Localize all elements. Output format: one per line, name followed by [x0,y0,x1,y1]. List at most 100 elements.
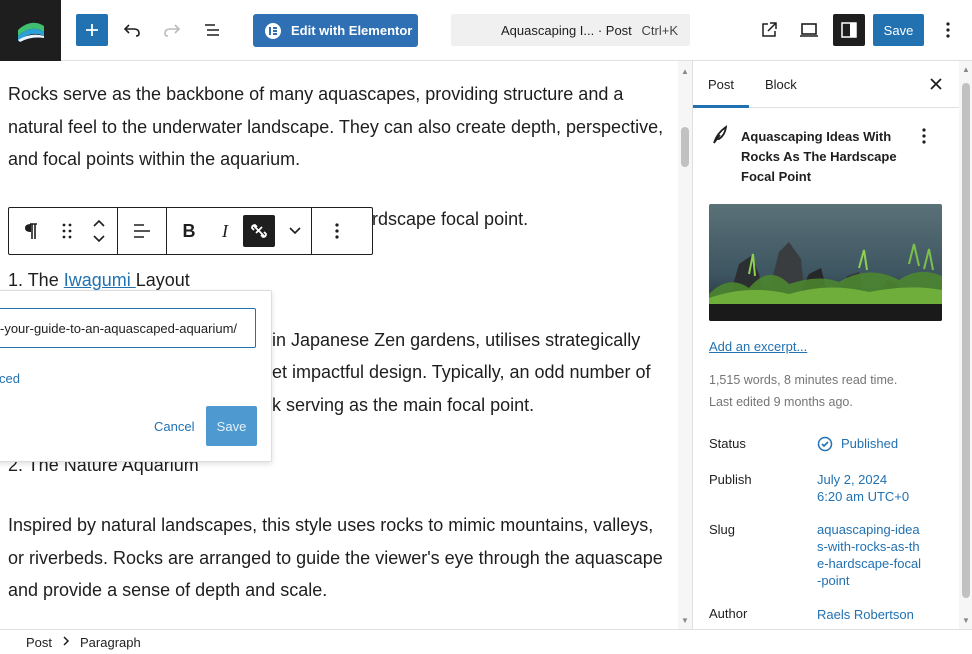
document-title: Aquascaping I... · Post [501,22,632,38]
aquarium-image [709,204,942,321]
link-off-icon [243,215,275,247]
breadcrumb-paragraph[interactable]: Paragraph [80,635,141,650]
author-value[interactable]: Raels Robertson [817,606,937,623]
settings-sidebar-toggle[interactable] [833,14,865,46]
more-vertical-icon [922,128,926,144]
site-logo[interactable] [0,0,61,61]
command-shortcut: Ctrl+K [641,22,678,38]
list-view-icon [205,24,219,36]
chevron-right-icon [62,635,70,649]
document-overview-button[interactable] [196,14,228,46]
move-up-down-buttons[interactable] [81,208,117,254]
edit-with-elementor-label: Edit with Elementor [291,23,413,38]
preview-device-button[interactable] [793,14,825,46]
redo-icon [164,24,181,37]
paragraph-block[interactable]: Rocks serve as the backbone of many aqua… [8,78,673,176]
add-block-button[interactable] [76,14,108,46]
tab-post-label: Post [708,77,735,92]
link-url-input[interactable] [0,308,256,348]
editor-canvas[interactable]: Rocks serve as the backbone of many aqua… [0,61,692,629]
more-vertical-icon [946,22,950,38]
view-post-button[interactable] [753,14,785,46]
link-edit-popover: ced Cancel Save [0,290,272,462]
link-save-button[interactable]: Save [206,406,257,446]
sidebar-scrollbar[interactable]: ▲ ▼ [959,61,972,629]
publish-date: July 2, 2024 [817,472,888,487]
bold-button[interactable]: B [167,208,211,254]
block-toolbar-group-3: B I [167,208,312,254]
featured-image[interactable] [709,204,942,321]
canvas-scrollbar[interactable]: ▲ ▼ [678,61,692,629]
options-menu-button[interactable] [932,14,964,46]
drag-handle-icon [62,223,72,239]
more-formatting-button[interactable] [279,208,311,254]
block-breadcrumb: Post Paragraph [0,629,972,654]
iwagumi-link[interactable]: Iwagumi [64,270,136,290]
status-button[interactable]: Published [817,435,937,452]
paragraph-type-button[interactable] [9,208,53,254]
paragraph-line-2[interactable]: et impactful design. Typically, an odd n… [272,356,672,389]
last-edited: Last edited 9 months ago. [709,395,853,409]
paragraph-block-partial[interactable]: rdscape focal point. [372,203,672,236]
advanced-toggle[interactable]: ced [0,371,20,386]
status-value: Published [841,436,899,451]
slug-value-text: aquascaping-ideas-with-rocks-as-the-hard… [817,522,922,588]
align-text-button[interactable] [118,208,166,254]
post-actions-button[interactable] [921,127,927,150]
edit-with-elementor-button[interactable]: Edit with Elementor [253,14,418,47]
tab-post[interactable]: Post [708,61,734,108]
add-excerpt-link[interactable]: Add an excerpt... [709,339,807,354]
command-palette-button[interactable]: Aquascaping I... · Post Ctrl+K [451,14,690,46]
bold-icon: B [182,220,196,241]
block-toolbar-group-4 [312,208,362,254]
external-link-icon [762,22,777,37]
scroll-down-icon[interactable]: ▼ [962,616,970,625]
redo-button[interactable] [156,14,188,46]
save-button[interactable]: Save [873,14,924,46]
align-left-icon [134,224,150,238]
paragraph-icon [25,223,37,239]
italic-button[interactable]: I [211,208,239,254]
status-label: Status [709,436,746,451]
block-toolbar-group-1 [9,208,118,254]
sidebar-icon [841,22,857,38]
undo-button[interactable] [116,14,148,46]
laptop-icon [800,23,818,37]
publish-date-button[interactable]: July 2, 2024 6:20 am UTC+0 [817,471,937,505]
plus-icon [86,24,98,36]
scroll-up-icon[interactable]: ▲ [962,65,970,74]
site-logo-icon [17,22,44,42]
tab-block-label: Block [765,77,797,92]
feather-icon [713,125,728,144]
editor-header: Edit with Elementor Aquascaping I... · P… [0,0,972,61]
tab-block[interactable]: Block [765,61,797,108]
paragraph-block-4[interactable]: Inspired by natural landscapes, this sty… [8,509,673,607]
publish-label: Publish [709,472,752,487]
published-check-icon [817,436,833,451]
slug-label: Slug [709,522,736,537]
post-icon [711,125,729,150]
settings-sidebar: Post Block Aquascaping Ideas With Rocks … [692,61,972,629]
close-sidebar-button[interactable] [926,74,946,94]
item1-suffix: Layout [135,270,190,290]
unlink-button[interactable] [239,208,279,254]
author-label: Author [709,606,748,621]
paragraph-line-1[interactable]: in Japanese Zen gardens, utilises strate… [272,324,672,357]
drag-handle[interactable] [53,208,81,254]
cancel-button[interactable]: Cancel [154,419,194,434]
scroll-up-icon[interactable]: ▲ [681,67,689,76]
slug-value[interactable]: aquascaping-ideas-with-rocks-as-the-hard… [817,521,922,589]
block-options-button[interactable] [312,208,362,254]
block-toolbar: B I [8,207,373,255]
breadcrumb-post[interactable]: Post [26,635,52,650]
sidebar-tabs: Post Block [693,61,959,108]
active-tab-indicator [693,105,749,108]
sidebar-scrollbar-thumb[interactable] [962,83,970,598]
scroll-down-icon[interactable]: ▼ [681,616,689,625]
read-time: 1,515 words, 8 minutes read time. [709,373,898,387]
item1-prefix: 1. The [8,270,64,290]
paragraph-line-3[interactable]: k serving as the main focal point. [272,389,672,422]
publish-time: 6:20 am UTC+0 [817,489,910,504]
scrollbar-thumb[interactable] [681,127,689,167]
close-icon [930,78,942,90]
